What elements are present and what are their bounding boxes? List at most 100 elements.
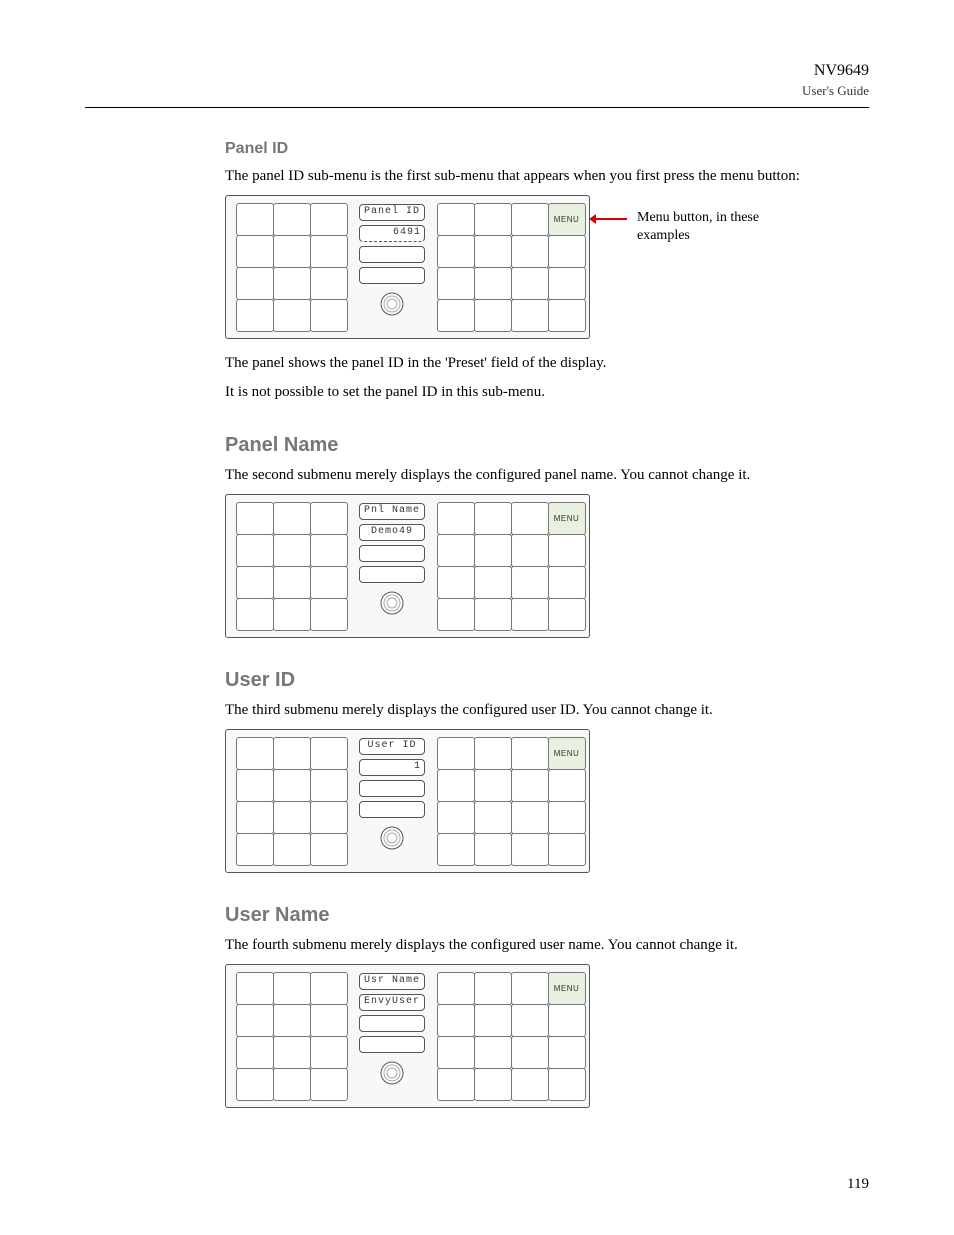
display-field-blank <box>359 545 425 562</box>
panel-button <box>511 1036 549 1069</box>
panel-button <box>236 1036 274 1069</box>
rotary-knob-icon <box>379 1060 405 1086</box>
display-field-label: Pnl Name <box>359 503 425 520</box>
panel-button <box>548 566 586 599</box>
panel-button <box>511 1068 549 1101</box>
panel-button <box>437 769 475 802</box>
panel-button <box>437 598 475 631</box>
rotary-knob-icon <box>379 590 405 616</box>
panel-button <box>437 299 475 332</box>
panel-button <box>273 1036 311 1069</box>
panel-button <box>273 534 311 567</box>
panel-button <box>310 299 348 332</box>
page-number: 119 <box>847 1174 869 1195</box>
panel-button <box>511 833 549 866</box>
display-field-blank <box>359 1036 425 1053</box>
panel-button <box>437 801 475 834</box>
left-button-grid <box>236 503 347 631</box>
display-column: Pnl Name Demo49 <box>359 503 425 616</box>
panel-button <box>548 801 586 834</box>
panel-button <box>310 267 348 300</box>
panel-button <box>474 502 512 535</box>
menu-button: MENU <box>548 737 586 770</box>
display-column: User ID 1 <box>359 738 425 851</box>
page-header: NV9649 User's Guide <box>85 60 869 101</box>
display-field-value: 6491 <box>359 225 425 242</box>
panel-button <box>310 972 348 1005</box>
panel-button <box>310 502 348 535</box>
display-field-blank <box>359 780 425 797</box>
panel-button <box>511 769 549 802</box>
panel-button <box>310 235 348 268</box>
panel-button <box>548 769 586 802</box>
panel-button <box>273 972 311 1005</box>
user-name-intro: The fourth submenu merely displays the c… <box>225 935 869 956</box>
panel-button <box>236 235 274 268</box>
panel-button <box>474 566 512 599</box>
panel-button <box>273 833 311 866</box>
panel-button <box>437 737 475 770</box>
panel-button <box>236 1068 274 1101</box>
left-button-grid <box>236 204 347 332</box>
heading-user-id: User ID <box>225 666 869 694</box>
rotary-knob-icon <box>379 825 405 851</box>
display-field-value: 1 <box>359 759 425 776</box>
panel-button <box>273 801 311 834</box>
panel-button <box>310 598 348 631</box>
panel-button <box>310 534 348 567</box>
panel-button <box>437 267 475 300</box>
device-panel: Panel ID 6491 MENU <box>225 195 590 339</box>
panel-button <box>548 1004 586 1037</box>
display-field-blank <box>359 566 425 583</box>
panel-button <box>310 1004 348 1037</box>
panel-button <box>310 833 348 866</box>
panel-button <box>474 267 512 300</box>
menu-button: MENU <box>548 203 586 236</box>
right-button-grid: MENU <box>437 503 585 631</box>
panel-button <box>273 299 311 332</box>
panel-button <box>310 566 348 599</box>
panel-button <box>548 267 586 300</box>
rotary-knob-icon <box>379 291 405 317</box>
panel-id-figure: Panel ID 6491 MENU Menu button, in these… <box>225 195 869 339</box>
panel-button <box>511 534 549 567</box>
panel-button <box>437 203 475 236</box>
callout-text: Menu button, in these examples <box>637 209 787 245</box>
panel-button <box>273 769 311 802</box>
panel-button <box>236 267 274 300</box>
panel-button <box>511 502 549 535</box>
panel-button <box>310 1068 348 1101</box>
panel-button <box>310 737 348 770</box>
panel-button <box>474 833 512 866</box>
panel-button <box>548 1036 586 1069</box>
panel-button <box>310 1036 348 1069</box>
display-field-value: EnvyUser <box>359 994 425 1011</box>
display-column: Usr Name EnvyUser <box>359 973 425 1086</box>
panel-id-para2: It is not possible to set the panel ID i… <box>225 382 869 403</box>
panel-button <box>310 801 348 834</box>
user-id-intro: The third submenu merely displays the co… <box>225 700 869 721</box>
panel-button <box>310 769 348 802</box>
panel-button <box>511 299 549 332</box>
panel-button <box>310 203 348 236</box>
panel-button <box>511 1004 549 1037</box>
panel-button <box>437 502 475 535</box>
panel-button <box>511 972 549 1005</box>
right-button-grid: MENU <box>437 973 585 1101</box>
panel-button <box>548 833 586 866</box>
panel-button <box>273 235 311 268</box>
panel-button <box>437 1068 475 1101</box>
panel-button <box>236 737 274 770</box>
header-rule <box>85 107 869 108</box>
panel-button <box>548 534 586 567</box>
right-button-grid: MENU <box>437 738 585 866</box>
panel-button <box>474 598 512 631</box>
panel-button <box>236 833 274 866</box>
panel-button <box>236 502 274 535</box>
panel-button <box>437 1036 475 1069</box>
panel-button <box>437 1004 475 1037</box>
panel-button <box>273 737 311 770</box>
panel-button <box>273 267 311 300</box>
panel-button <box>474 801 512 834</box>
panel-button <box>273 1004 311 1037</box>
